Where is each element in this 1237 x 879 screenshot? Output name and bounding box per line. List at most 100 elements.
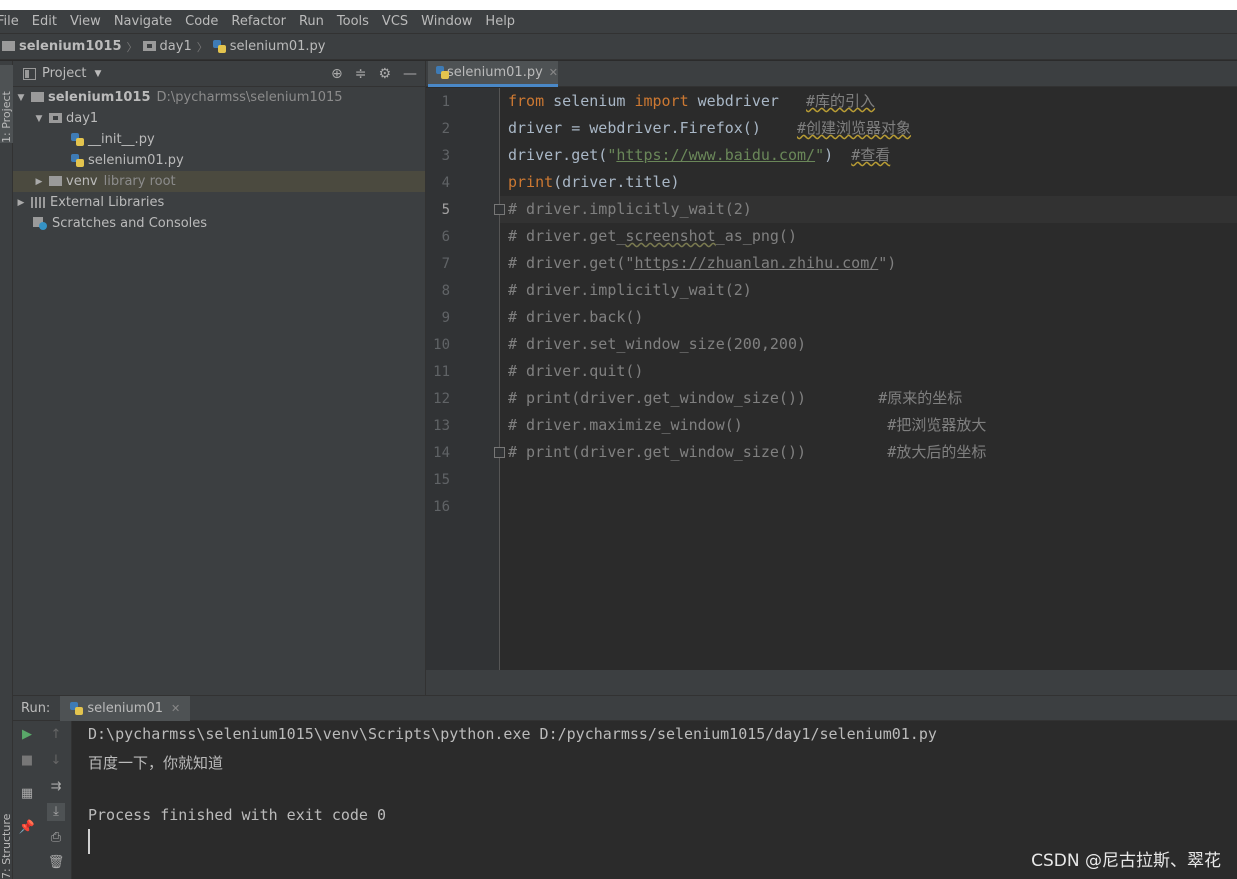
pin-icon[interactable]: 📌 <box>18 819 36 837</box>
tree-item-selenium01[interactable]: selenium01.py <box>13 150 425 171</box>
code-text: ) <box>824 146 852 164</box>
tree-init-label: __init__.py <box>88 132 155 147</box>
console-line: 百度一下，你就知道 <box>88 754 224 772</box>
python-file-icon <box>436 66 450 79</box>
menu-help[interactable]: Help <box>485 14 515 29</box>
code-line: # driver.quit() <box>508 362 644 380</box>
library-icon <box>31 197 45 208</box>
scroll-to-end-icon[interactable]: ⤓ <box>47 803 65 821</box>
breadcrumb-file[interactable]: selenium01.py <box>212 39 326 54</box>
code-text: driver.get( <box>508 146 608 164</box>
code-text: driver = webdriver.Firefox() <box>508 119 797 137</box>
tree-item-external-libraries[interactable]: ▶ External Libraries <box>13 192 425 213</box>
menu-refactor[interactable]: Refactor <box>231 14 286 29</box>
tree-item-scratches[interactable]: Scratches and Consoles <box>13 213 425 234</box>
menu-view[interactable]: View <box>70 14 101 29</box>
tree-root-label: selenium1015 <box>48 90 151 105</box>
fold-marker-icon[interactable] <box>494 204 505 215</box>
comment: #创建浏览器对象 <box>796 119 912 137</box>
scratches-icon <box>33 217 47 230</box>
line-number: 7 <box>441 256 450 272</box>
menu-tools[interactable]: Tools <box>337 14 369 29</box>
tree-item-root[interactable]: ▼ selenium1015 D:\pycharmss\selenium1015 <box>13 87 425 108</box>
line-number: 2 <box>441 121 450 137</box>
expand-arrow-icon[interactable]: ▼ <box>15 93 27 103</box>
trash-icon[interactable]: 🗑 <box>47 854 65 872</box>
breadcrumb-folder[interactable]: day1 <box>142 39 192 54</box>
close-icon[interactable]: ✕ <box>171 702 180 715</box>
minimize-icon[interactable]: — <box>403 66 417 82</box>
tree-selenium01-label: selenium01.py <box>88 153 184 168</box>
gear-icon[interactable]: ⚙ <box>378 66 391 82</box>
arrow-up-icon[interactable]: ↑ <box>47 726 65 744</box>
breadcrumb-project[interactable]: selenium1015 <box>2 39 122 54</box>
console-line: D:\pycharmss\selenium1015\venv\Scripts\p… <box>88 725 937 743</box>
tree-item-day1[interactable]: ▼ day1 <box>13 108 425 129</box>
code-text: selenium <box>544 92 635 110</box>
layout-icon[interactable]: ▦ <box>18 785 36 803</box>
tab-run-selenium01[interactable]: selenium01 ✕ <box>60 695 191 721</box>
code-editor[interactable]: 1 2 3 4 5 6 7 8 9 10 11 12 13 14 15 16 f… <box>426 88 1237 670</box>
code-line: driver.get("https://www.baidu.com/") #查看 <box>508 142 890 169</box>
folder-icon <box>49 175 62 186</box>
soft-wrap-icon[interactable]: ⇉ <box>47 778 65 796</box>
tree-external-label: External Libraries <box>50 195 165 210</box>
tree-item-init[interactable]: __init__.py <box>13 129 425 150</box>
breadcrumb-file-label: selenium01.py <box>229 39 326 54</box>
project-panel-header: Project ▼ ⊕ ≑ ⚙ — <box>13 61 425 87</box>
run-panel-label: Run: <box>21 700 51 716</box>
close-icon[interactable]: ✕ <box>549 66 558 79</box>
fold-marker-icon[interactable] <box>494 447 505 458</box>
code-line: # driver.get("https://zhuanlan.zhihu.com… <box>508 250 896 277</box>
comment: #查看 <box>851 146 891 164</box>
collapse-arrow-icon[interactable]: ▶ <box>33 177 45 187</box>
code-line: # driver.implicitly_wait(2) <box>508 281 752 299</box>
keyword: print <box>508 173 554 191</box>
code-line: # print(driver.get_window_size()) #放大后的坐… <box>508 443 987 461</box>
comment-url-link[interactable]: https://zhuanlan.zhihu.com/ <box>634 254 878 272</box>
print-icon[interactable]: ⎙ <box>47 829 65 847</box>
code-line: # print(driver.get_window_size()) #原来的坐标 <box>508 389 963 407</box>
collapse-arrow-icon[interactable]: ▶ <box>15 198 27 208</box>
run-panel-header: Run: selenium01 ✕ <box>13 695 1237 721</box>
expand-arrow-icon[interactable]: ▼ <box>33 114 45 124</box>
menu-code[interactable]: Code <box>185 14 218 29</box>
arrow-down-icon[interactable]: ↓ <box>47 752 65 770</box>
menu-vcs[interactable]: VCS <box>382 14 408 29</box>
project-tool-tab[interactable]: 1: Project <box>0 65 13 143</box>
line-number: 15 <box>433 472 450 488</box>
chevron-down-icon: ▼ <box>94 68 102 79</box>
menu-file[interactable]: File <box>0 14 19 29</box>
keyword: from <box>508 92 545 110</box>
watermark: CSDN @尼古拉斯、翠花 <box>1031 851 1221 871</box>
tree-venv-label: venv <box>66 174 98 189</box>
python-file-icon <box>71 154 84 167</box>
locate-target-icon[interactable]: ⊕ <box>331 66 343 82</box>
breadcrumb-separator-icon: 〉 <box>196 40 208 54</box>
breadcrumb-project-label: selenium1015 <box>19 39 122 54</box>
tree-root-path: D:\pycharmss\selenium1015 <box>156 90 343 105</box>
tab-selenium01-label: selenium01.py <box>447 65 543 80</box>
stop-icon[interactable]: ■ <box>18 752 36 770</box>
menu-edit[interactable]: Edit <box>32 14 57 29</box>
code-line: # driver.set_window_size(200,200) <box>508 335 807 353</box>
python-file-icon <box>71 133 84 146</box>
project-view-selector[interactable]: Project ▼ <box>23 66 101 81</box>
menu-window[interactable]: Window <box>421 14 472 29</box>
code-url-link[interactable]: https://www.baidu.com/ <box>616 146 815 164</box>
run-tab-label: selenium01 <box>87 700 163 716</box>
line-number: 1 <box>441 94 450 110</box>
code-line: # driver.implicitly_wait(2) <box>508 200 752 218</box>
tab-selenium01[interactable]: selenium01.py ✕ <box>428 61 558 87</box>
menu-navigate[interactable]: Navigate <box>114 14 172 29</box>
collapse-all-icon[interactable]: ≑ <box>355 66 367 82</box>
menu-run[interactable]: Run <box>299 14 324 29</box>
structure-tool-tab[interactable]: 7: Structure <box>0 803 13 879</box>
code-line: driver = webdriver.Firefox() #创建浏览器对象 <box>508 115 911 142</box>
string-quote: " <box>815 146 825 164</box>
rerun-play-icon[interactable]: ▶ <box>18 726 36 744</box>
run-console[interactable]: D:\pycharmss\selenium1015\venv\Scripts\p… <box>72 721 1237 879</box>
tree-item-venv[interactable]: ▶ venv library root <box>13 171 425 192</box>
editor-footer <box>426 670 1237 695</box>
comment: # driver.get(" <box>508 254 635 272</box>
